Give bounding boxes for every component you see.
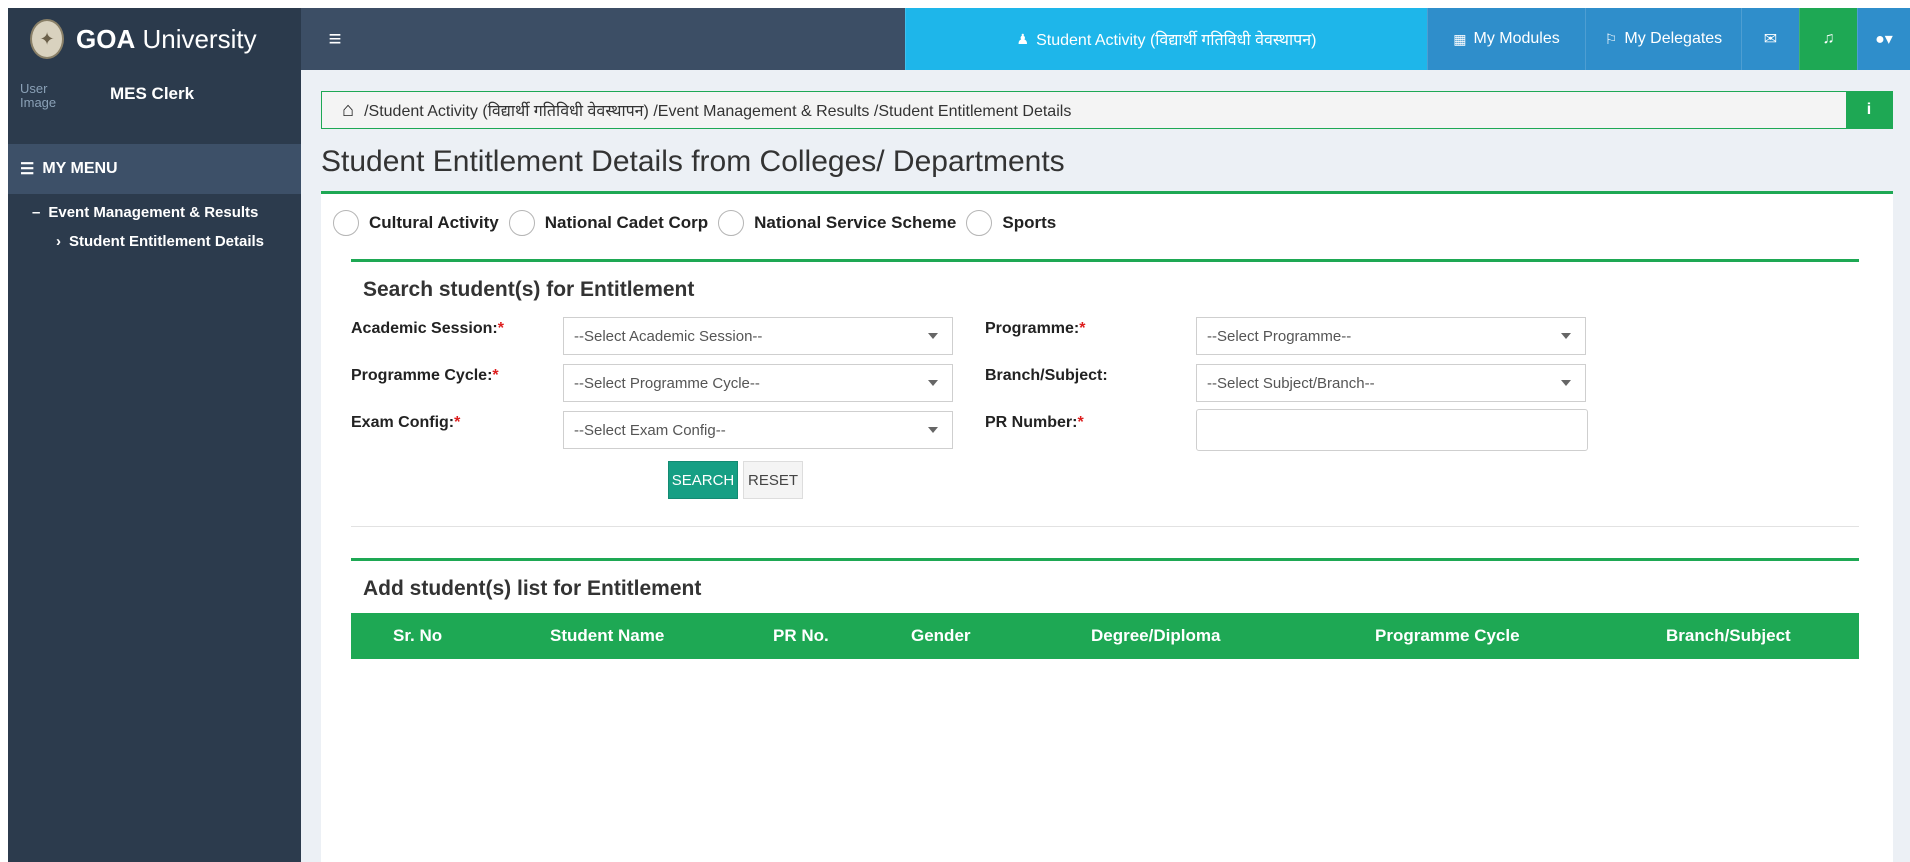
chevron-down-icon: [1561, 333, 1571, 339]
grid-icon: ▦: [1453, 30, 1467, 47]
results-section-title: Add student(s) list for Entitlement: [363, 577, 702, 600]
exam-config-select[interactable]: --Select Exam Config--: [563, 411, 953, 449]
results-section: Add student(s) list for Entitlement Sr. …: [351, 558, 1859, 858]
hamburger-icon[interactable]: ≡: [315, 8, 355, 70]
exam-config-label: Exam Config:*: [351, 414, 461, 431]
column-header[interactable]: Student Name: [550, 613, 664, 659]
chevron-down-icon: [928, 380, 938, 386]
chevron-down-icon: [928, 333, 938, 339]
programme-cycle-label: Programme Cycle:*: [351, 367, 499, 384]
main-content: ⌂ /Student Activity (विद्यार्थी गतिविधी …: [301, 70, 1910, 862]
user-panel: User Image MES Clerk: [8, 70, 301, 144]
column-header[interactable]: Sr. No: [393, 613, 442, 659]
avatar: User Image: [20, 81, 57, 110]
university-logo-icon: ✦: [30, 19, 64, 59]
user-icon[interactable]: ●▾: [1857, 8, 1910, 70]
academic-session-select[interactable]: --Select Academic Session--: [563, 317, 953, 355]
column-header[interactable]: Degree/Diploma: [1091, 613, 1220, 659]
search-section-title: Search student(s) for Entitlement: [363, 278, 695, 301]
branch-subject-label: Branch/Subject:: [985, 367, 1108, 384]
list-icon: ☰: [20, 161, 35, 178]
reset-button[interactable]: RESET: [743, 461, 803, 499]
radio-cultural-activity[interactable]: [333, 210, 359, 236]
programme-label: Programme:*: [985, 320, 1086, 337]
sidebar-menu: – Event Management & Results › Student E…: [8, 194, 301, 250]
sidebar-item-event-management[interactable]: – Event Management & Results: [32, 204, 301, 221]
sidebar-item-student-entitlement[interactable]: › Student Entitlement Details: [32, 233, 301, 250]
entitlement-panel: Cultural Activity National Cadet Corp Na…: [321, 191, 1893, 862]
menu-header: ☰ MY MENU: [8, 144, 301, 194]
column-header[interactable]: Branch/Subject: [1666, 613, 1791, 659]
academic-session-label: Academic Session:*: [351, 320, 504, 337]
search-section: Search student(s) for Entitlement Academ…: [351, 259, 1859, 527]
flag-icon: ⚐: [1604, 30, 1618, 47]
branch-subject-select[interactable]: --Select Subject/Branch--: [1196, 364, 1586, 402]
home-icon[interactable]: ⌂: [342, 99, 354, 122]
nav-student-activity[interactable]: ♟ Student Activity (विद्यार्थी गतिविधी व…: [905, 8, 1427, 70]
activity-type-radios: Cultural Activity National Cadet Corp Na…: [333, 210, 1066, 236]
user-name: MES Clerk: [110, 84, 195, 103]
chevron-right-icon: ›: [56, 233, 61, 250]
radio-national-cadet-corp[interactable]: [508, 210, 535, 236]
pr-number-label: PR Number:*: [985, 414, 1084, 431]
nav-my-modules[interactable]: ▦ My Modules: [1427, 8, 1585, 70]
column-header[interactable]: PR No.: [773, 613, 829, 659]
programme-select[interactable]: --Select Programme--: [1196, 317, 1586, 355]
column-header[interactable]: Programme Cycle: [1375, 613, 1520, 659]
info-icon[interactable]: i: [1846, 92, 1892, 128]
results-table-header: Sr. No Student Name PR No. Gender Degree…: [351, 613, 1859, 659]
column-header[interactable]: Gender: [911, 613, 971, 659]
nav-my-delegates[interactable]: ⚐ My Delegates: [1585, 8, 1741, 70]
breadcrumb: ⌂ /Student Activity (विद्यार्थी गतिविधी …: [321, 91, 1893, 129]
chevron-down-icon: [1561, 380, 1571, 386]
minus-icon: –: [32, 204, 41, 221]
bell-icon[interactable]: ♫: [1799, 8, 1857, 70]
radio-sports[interactable]: [966, 210, 993, 236]
pr-number-input[interactable]: [1196, 409, 1588, 451]
student-icon: ♟: [1016, 30, 1030, 47]
search-button[interactable]: SEARCH: [668, 461, 738, 499]
page-title: Student Entitlement Details from College…: [321, 145, 1065, 178]
sidebar: User Image MES Clerk ☰ MY MENU – Event M…: [8, 70, 301, 862]
programme-cycle-select[interactable]: --Select Programme Cycle--: [563, 364, 953, 402]
brand[interactable]: ✦ GOA University: [8, 8, 301, 70]
radio-national-service-scheme[interactable]: [718, 210, 745, 236]
top-navbar: ✦ GOA University ≡ ♟ Student Activity (व…: [8, 8, 1910, 70]
envelope-icon[interactable]: ✉: [1741, 8, 1799, 70]
app-title: GOA University: [76, 23, 257, 54]
chevron-down-icon: [928, 427, 938, 433]
